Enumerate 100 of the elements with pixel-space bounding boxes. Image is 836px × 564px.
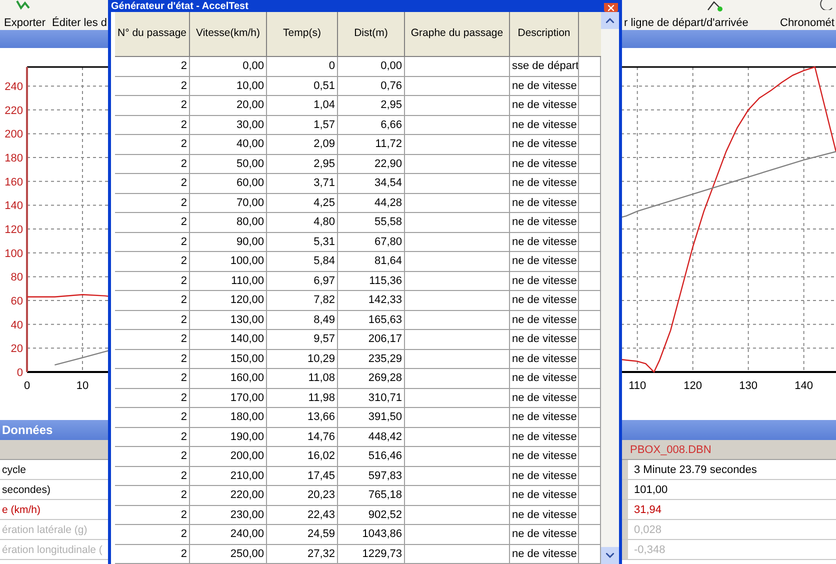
x-tick-label: 0 (24, 380, 30, 392)
table-cell: 2 (115, 272, 190, 290)
close-button[interactable] (604, 3, 618, 12)
table-cell: ne de vitesse (510, 272, 579, 290)
caret-up-icon (606, 18, 614, 23)
table-cell: ne de vitesse (510, 213, 579, 232)
table-cell: 597,83 (338, 466, 405, 485)
table-cell: 2 (115, 96, 190, 114)
x-tick-label: 140 (794, 380, 813, 392)
table-cell: 2 (115, 525, 190, 544)
table-cell: 5,84 (267, 252, 338, 270)
table-cell: 2 (115, 369, 190, 388)
column-header[interactable]: Graphe du passage (405, 12, 510, 56)
toolbar-button[interactable]: Éditer les d (52, 15, 108, 32)
table-cell: 44,28 (338, 194, 405, 212)
column-header[interactable]: Description (510, 12, 579, 56)
x-tick-label: 120 (684, 380, 702, 392)
table-cell: ne de vitesse (510, 544, 579, 563)
data-label: cycle (1, 463, 26, 478)
table-cell: 206,17 (338, 330, 405, 348)
table-cell: ne de vitesse (510, 252, 579, 270)
table-cell: 11,98 (267, 388, 338, 407)
table-cell: 7,82 (267, 291, 338, 310)
column-header[interactable]: Vitesse(km/h) (190, 12, 267, 56)
y-tick-label: 100 (4, 248, 23, 260)
table-cell: 60,00 (190, 174, 267, 192)
table-cell: 160,00 (190, 369, 267, 388)
table-cell: 50,00 (190, 154, 267, 173)
table-cell: 2 (115, 213, 190, 232)
table-cell: 2 (115, 408, 190, 426)
data-label: ération latérale (g) (1, 523, 88, 538)
table-cell: 6,97 (267, 272, 338, 290)
table-cell: 55,58 (338, 213, 405, 232)
y-tick-label: 20 (10, 343, 23, 356)
table-cell: 0 (267, 57, 338, 76)
column-header[interactable]: Temp(s) (267, 12, 338, 56)
table-cell: ne de vitesse (510, 194, 579, 212)
y-tick-label: 80 (10, 272, 23, 284)
table-cell: 130,00 (190, 310, 267, 329)
y-tick-label: 220 (4, 104, 23, 117)
table-cell: ne de vitesse (510, 96, 579, 114)
table-cell: 2 (115, 154, 190, 173)
table-cell: 250,00 (190, 544, 267, 563)
chart-icon (16, 0, 30, 10)
table-cell: 5,31 (267, 232, 338, 251)
table-cell: 516,46 (338, 447, 405, 466)
table-cell: 8,49 (267, 310, 338, 329)
table-cell: ne de vitesse (510, 174, 579, 192)
table-cell: 142,33 (338, 291, 405, 310)
table-cell: 2 (115, 116, 190, 134)
table-cell: 310,71 (338, 388, 405, 407)
table-cell: ne de vitesse (510, 232, 579, 251)
table-cell: 100,00 (190, 252, 267, 270)
table-cell: ne de vitesse (510, 116, 579, 134)
scroll-down-button[interactable] (601, 547, 619, 564)
table-cell: 110,00 (190, 272, 267, 290)
table-cell: 1229,73 (338, 544, 405, 563)
table-cell: 120,00 (190, 291, 267, 310)
table-cell: ne de vitesse (510, 135, 579, 154)
table-cell: 2 (115, 194, 190, 212)
column-header[interactable]: Dist(m) (338, 12, 405, 56)
y-tick-label: 180 (4, 152, 23, 165)
y-tick-label: 160 (4, 176, 23, 188)
table-cell: 2 (115, 135, 190, 154)
column-header[interactable]: N° du passage (115, 12, 190, 56)
table-cell: 448,42 (338, 428, 405, 446)
table-cell: 13,66 (267, 408, 338, 426)
table-cell: 150,00 (190, 350, 267, 368)
table-cell: 20,23 (267, 486, 338, 504)
table-cell: 40,00 (190, 135, 267, 154)
table-cell: 11,08 (267, 369, 338, 388)
table-cell: ne de vitesse (510, 486, 579, 504)
scroll-up-button[interactable] (601, 12, 619, 29)
toolbar-button[interactable]: Exporter (4, 15, 46, 32)
table-cell: 391,50 (338, 408, 405, 426)
table-cell: 10,00 (190, 76, 267, 95)
toolbar-button[interactable]: Chronomét (780, 15, 834, 32)
table-cell: 2 (115, 291, 190, 310)
x-tick-label: 110 (628, 380, 646, 392)
table-cell: 190,00 (190, 428, 267, 446)
table-cell: 765,18 (338, 486, 405, 504)
toolbar-button[interactable]: r ligne de départ/d'arrivée (624, 15, 748, 32)
table-cell: 14,76 (267, 428, 338, 446)
table-cell: 1043,86 (338, 525, 405, 544)
table-cell: 0,51 (267, 76, 338, 95)
table-cell: 81,64 (338, 252, 405, 270)
table-cell: 2 (115, 486, 190, 504)
caret-down-icon (606, 553, 614, 558)
x-tick-label: 130 (739, 380, 758, 392)
table-cell: 2 (115, 544, 190, 563)
table-cell: 16,02 (267, 447, 338, 466)
table-cell: ne de vitesse (510, 76, 579, 95)
table-cell: 2 (115, 57, 190, 76)
table-cell: ne de vitesse (510, 428, 579, 446)
table-cell: ne de vitesse (510, 330, 579, 348)
table-cell: 70,00 (190, 194, 267, 212)
table-cell: 17,45 (267, 466, 338, 485)
scrollbar[interactable] (601, 12, 619, 564)
table-cell: 22,43 (267, 506, 338, 524)
y-tick-label: 60 (10, 296, 23, 308)
